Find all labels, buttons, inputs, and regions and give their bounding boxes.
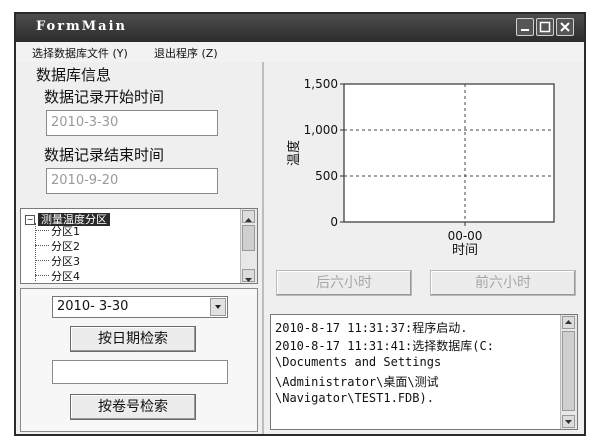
- log-line: 2010-8-17 11:31:41:选择数据库(C:: [275, 339, 494, 353]
- menu-exit[interactable]: 退出程序 (Z): [154, 45, 218, 61]
- tree-item[interactable]: 分区1: [51, 223, 80, 239]
- y-tick-label: 1,500: [304, 77, 338, 91]
- maximize-icon: [539, 21, 551, 33]
- menu-select-db-file[interactable]: 选择数据库文件 (Y): [32, 45, 128, 61]
- log-line: \Administrator\桌面\测试: [275, 375, 439, 389]
- y-tick-label: 0: [330, 215, 338, 229]
- scroll-up-icon[interactable]: [242, 210, 255, 223]
- end-time-label: 数据记录结束时间: [44, 146, 165, 164]
- right-pane: 0 500 1,000 1,500 00-00 时间 温度 后六小时 前六小时 2010-8…: [264, 62, 584, 434]
- maximize-button[interactable]: [536, 18, 554, 36]
- scroll-down-icon[interactable]: [242, 269, 255, 282]
- scroll-thumb[interactable]: [242, 225, 255, 251]
- scroll-down-icon[interactable]: [562, 415, 575, 428]
- log-textarea[interactable]: 2010-8-17 11:31:37:程序启动. 2010-8-17 11:31…: [270, 314, 578, 430]
- log-line: \Navigator\TEST1.FDB).: [275, 391, 434, 405]
- temperature-chart[interactable]: 0 500 1,000 1,500 00-00时间 温度: [264, 62, 584, 262]
- main-window: FormMain 选择数据库文件 (Y) 退出程序 (Z) 数据库信息 数据记录…: [14, 12, 586, 436]
- y-tick-label: 1,000: [304, 123, 338, 137]
- volume-number-input[interactable]: [52, 360, 228, 384]
- collapse-icon[interactable]: −: [25, 215, 35, 225]
- prev-six-hours-button[interactable]: 后六小时: [276, 270, 412, 296]
- tree-item[interactable]: 分区2: [51, 238, 80, 254]
- y-tick-label: 500: [315, 169, 338, 183]
- db-info-group-title: 数据库信息: [36, 66, 112, 84]
- menu-bar: 选择数据库文件 (Y) 退出程序 (Z): [16, 42, 584, 62]
- y-axis-title: 温度: [286, 140, 302, 166]
- start-time-field[interactable]: 2010-3-30: [46, 110, 218, 136]
- search-by-volume-button[interactable]: 按卷号检索: [70, 394, 196, 420]
- log-scrollbar[interactable]: [560, 315, 577, 429]
- minimize-icon: [521, 29, 529, 31]
- zone-tree[interactable]: − 测量温度分区 分区1 分区2 分区3 分区4: [20, 208, 258, 284]
- date-combobox[interactable]: 2010- 3-30: [52, 296, 228, 318]
- date-combobox-value: 2010- 3-30: [57, 299, 129, 314]
- log-line: \Documents and Settings: [275, 355, 442, 369]
- scroll-up-icon[interactable]: [562, 316, 575, 329]
- next-six-hours-button[interactable]: 前六小时: [430, 270, 576, 296]
- log-line: 2010-8-17 11:31:37:程序启动.: [275, 321, 468, 335]
- x-axis-title: 时间: [452, 243, 478, 258]
- close-button[interactable]: [556, 18, 574, 36]
- tree-item[interactable]: 分区3: [51, 253, 80, 269]
- window-title: FormMain: [36, 19, 127, 34]
- end-time-field[interactable]: 2010-9-20: [46, 168, 218, 194]
- minimize-button[interactable]: [516, 18, 534, 36]
- start-time-label: 数据记录开始时间: [44, 88, 165, 106]
- chevron-down-icon[interactable]: [210, 298, 226, 316]
- search-by-date-button[interactable]: 按日期检索: [70, 326, 196, 352]
- title-bar[interactable]: FormMain: [16, 14, 584, 42]
- x-tick-label: 00-00: [448, 229, 483, 243]
- plot-area: [343, 83, 555, 223]
- tree-item[interactable]: 分区4: [51, 268, 80, 283]
- scroll-thumb[interactable]: [562, 331, 575, 411]
- close-icon: [560, 22, 570, 32]
- tree-scrollbar[interactable]: [240, 209, 257, 283]
